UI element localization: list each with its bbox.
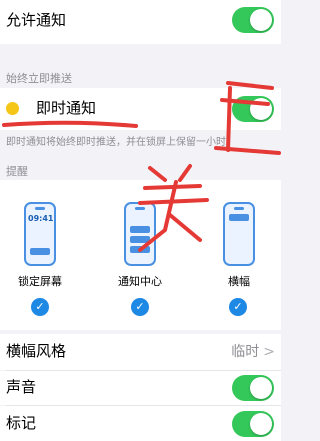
instant-notification-row: 即时通知 xyxy=(0,88,281,130)
banner-style-label: 横幅风格 xyxy=(6,342,67,360)
lock-screen-phone-icon[interactable]: 09:41 xyxy=(24,202,56,266)
phone-time: 09:41 xyxy=(28,214,54,223)
sound-row: 声音 xyxy=(0,371,281,405)
phone-notch xyxy=(35,207,45,210)
instant-icon xyxy=(6,102,19,115)
lock-screen-check-icon[interactable]: ✓ xyxy=(31,298,49,316)
toggle-knob xyxy=(250,98,272,120)
chevron-right-icon: > xyxy=(263,344,275,360)
banner-style-row[interactable]: 横幅风格 临时 > xyxy=(0,334,281,370)
instant-description: 即时通知将始终即时推送，并在锁屏上保留一小时。 xyxy=(6,137,236,148)
notification-bar xyxy=(30,248,50,255)
toggle-knob xyxy=(250,377,272,399)
badges-toggle[interactable] xyxy=(232,411,274,437)
notification-bar xyxy=(130,226,150,233)
alert-styles-panel: 09:41 锁定屏幕 通知中心 横幅 ✓ ✓ ✓ xyxy=(0,180,281,330)
banner-style-value-text: 临时 xyxy=(231,344,260,360)
banner-phone-icon[interactable] xyxy=(223,202,255,266)
banner-style-value: 临时 > xyxy=(231,341,275,361)
banner-check-icon[interactable]: ✓ xyxy=(229,298,247,316)
sound-toggle[interactable] xyxy=(232,375,274,401)
phone-notch xyxy=(135,207,145,210)
toggle-knob xyxy=(250,413,272,435)
notification-center-check-icon[interactable]: ✓ xyxy=(131,298,149,316)
badges-row: 标记 xyxy=(0,406,281,441)
sound-label: 声音 xyxy=(6,378,37,396)
toggle-knob xyxy=(250,9,272,31)
badges-label: 标记 xyxy=(6,414,37,432)
alerts-section-title: 提醒 xyxy=(6,165,28,178)
instant-notification-label: 即时通知 xyxy=(36,99,97,117)
notification-bar xyxy=(130,236,150,243)
allow-notifications-row: 允许通知 xyxy=(0,0,281,44)
notification-bar xyxy=(130,246,150,253)
notification-center-phone-icon[interactable] xyxy=(124,202,156,266)
instant-notification-toggle[interactable] xyxy=(232,96,274,122)
allow-notifications-toggle[interactable] xyxy=(232,7,274,33)
notification-center-label: 通知中心 xyxy=(118,275,162,288)
banner-label: 横幅 xyxy=(228,275,250,288)
allow-notifications-label: 允许通知 xyxy=(6,11,67,29)
notification-bar xyxy=(229,214,249,221)
always-push-section-title: 始终立即推送 xyxy=(6,72,72,85)
phone-notch xyxy=(234,207,244,210)
lock-screen-label: 锁定屏幕 xyxy=(18,275,62,288)
